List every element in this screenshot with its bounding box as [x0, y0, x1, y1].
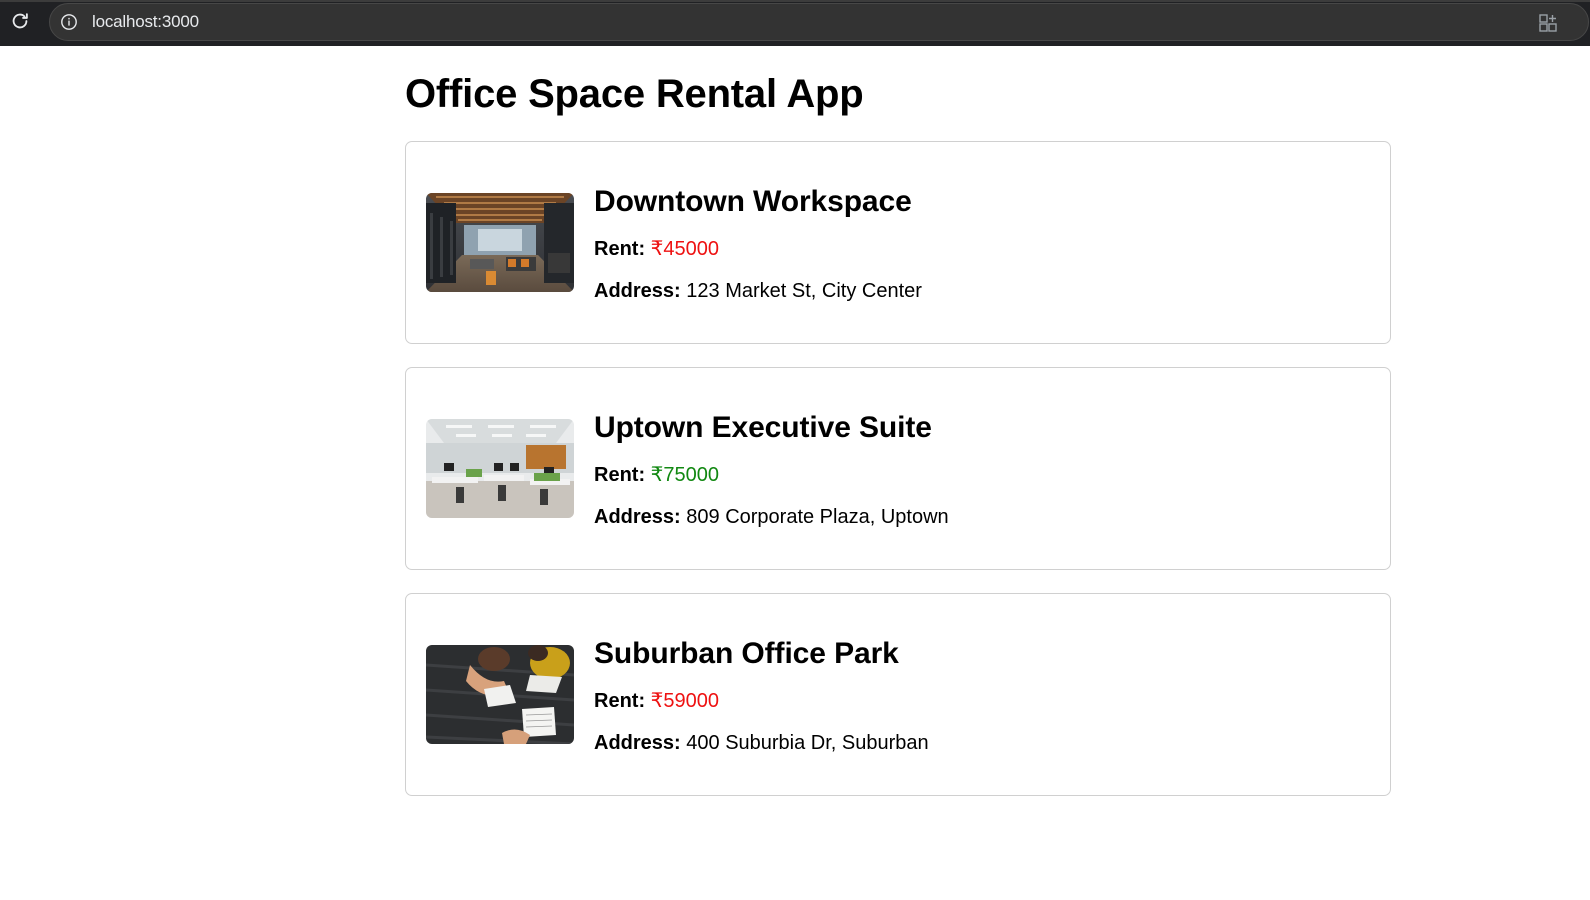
office-details: Downtown Workspace Rent: ₹45000 Address:…	[594, 183, 922, 303]
address-bar[interactable]: localhost:3000	[49, 3, 1589, 41]
rent-value: ₹59000	[650, 690, 720, 712]
site-info-icon[interactable]	[60, 13, 78, 31]
office-name: Suburban Office Park	[594, 637, 899, 670]
rent-line: Rent: ₹45000	[594, 237, 922, 261]
office-card: Uptown Executive Suite Rent: ₹75000 Addr…	[405, 367, 1391, 570]
page-title: Office Space Rental App	[405, 72, 864, 116]
rent-label: Rent:	[594, 464, 646, 486]
address-label: Address:	[594, 506, 681, 528]
office-details: Uptown Executive Suite Rent: ₹75000 Addr…	[594, 409, 949, 529]
address-label: Address:	[594, 732, 681, 754]
rent-value: ₹75000	[650, 464, 720, 486]
office-name: Uptown Executive Suite	[594, 411, 932, 444]
address-value: 123 Market St, City Center	[686, 280, 922, 302]
rent-label: Rent:	[594, 690, 646, 712]
address-value: 809 Corporate Plaza, Uptown	[686, 506, 949, 528]
address-label: Address:	[594, 280, 681, 302]
reload-icon[interactable]	[8, 9, 32, 33]
address-line: Address: 400 Suburbia Dr, Suburban	[594, 731, 929, 755]
rent-line: Rent: ₹75000	[594, 463, 949, 487]
install-app-icon[interactable]	[1538, 13, 1558, 33]
url-text[interactable]: localhost:3000	[92, 12, 199, 32]
address-value: 400 Suburbia Dr, Suburban	[686, 732, 929, 754]
rent-label: Rent:	[594, 238, 646, 260]
office-card: Downtown Workspace Rent: ₹45000 Address:…	[405, 141, 1391, 344]
office-list: Downtown Workspace Rent: ₹45000 Address:…	[405, 141, 1391, 796]
rent-line: Rent: ₹59000	[594, 689, 929, 713]
office-image	[426, 645, 574, 744]
office-card: Suburban Office Park Rent: ₹59000 Addres…	[405, 593, 1391, 796]
office-image	[426, 193, 574, 292]
address-line: Address: 123 Market St, City Center	[594, 279, 922, 303]
toolbar-top-border	[0, 0, 1590, 2]
office-name: Downtown Workspace	[594, 185, 912, 218]
browser-toolbar: localhost:3000	[0, 0, 1590, 46]
page-content: Office Space Rental App Downtown Workspa…	[405, 46, 1391, 819]
rent-value: ₹45000	[650, 238, 720, 260]
office-image	[426, 419, 574, 518]
address-line: Address: 809 Corporate Plaza, Uptown	[594, 505, 949, 529]
office-details: Suburban Office Park Rent: ₹59000 Addres…	[594, 635, 929, 755]
